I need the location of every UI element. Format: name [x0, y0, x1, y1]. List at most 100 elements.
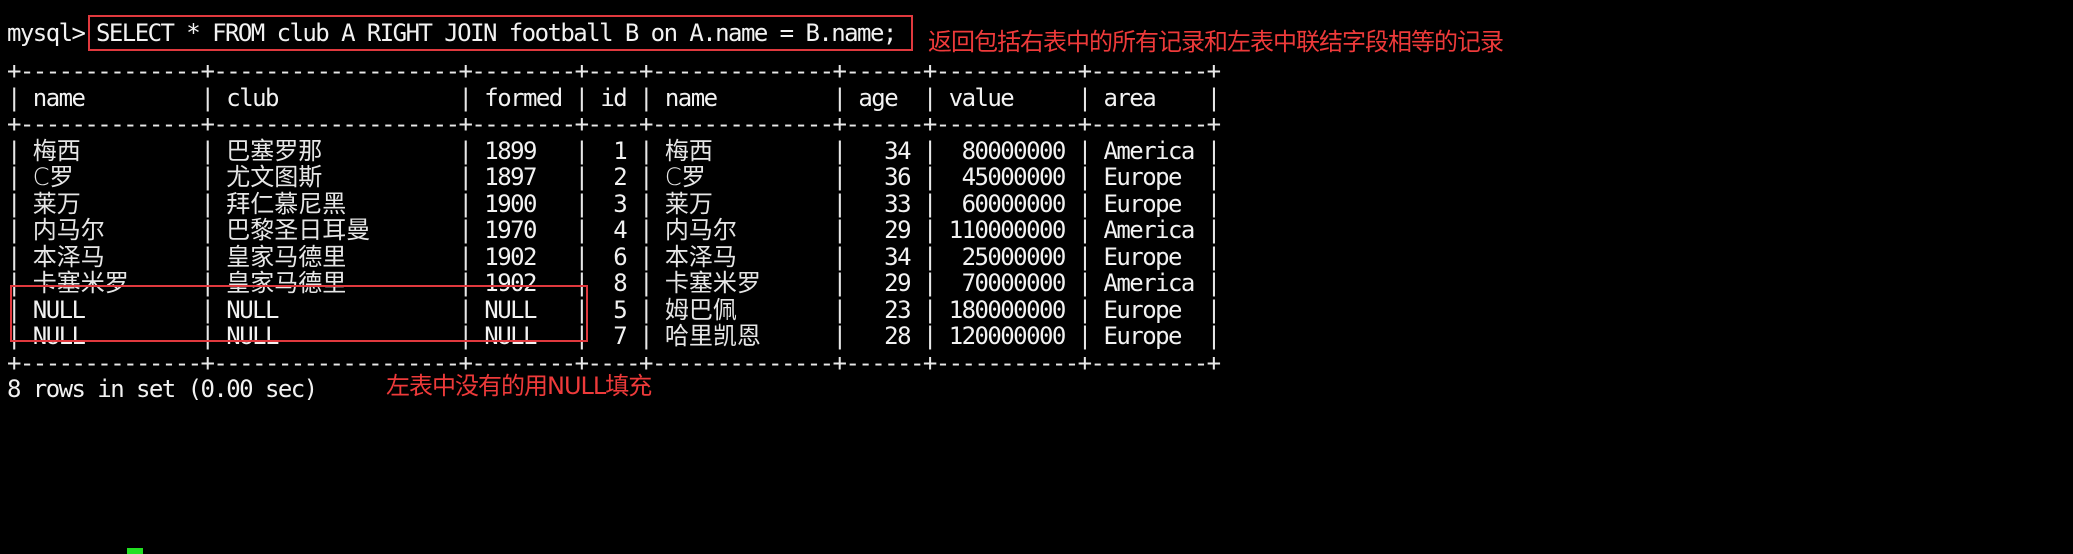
- cell-id: 4: [613, 216, 627, 244]
- column-divider: |: [832, 84, 847, 112]
- cell-age: 29: [884, 269, 911, 297]
- cell-club: 皇家马德里: [226, 243, 347, 271]
- column-divider: |: [1077, 243, 1092, 271]
- column-divider: |: [458, 243, 473, 271]
- cell-formed: 1902: [484, 243, 537, 271]
- column-divider: |: [832, 296, 847, 324]
- cell-value: 70000000: [961, 269, 1067, 297]
- cell-name: name: [32, 84, 86, 112]
- column-divider: |: [1077, 322, 1092, 350]
- cell-club: 巴塞罗那: [226, 137, 323, 165]
- prompt-line: mysql> SELECT * FROM club A RIGHT JOIN f…: [7, 20, 897, 47]
- cell-name-b: 哈里凯恩: [664, 322, 761, 350]
- cell-club: 拜仁慕尼黑: [226, 190, 347, 218]
- cell-club: club: [226, 84, 279, 112]
- column-divider: |: [200, 137, 215, 165]
- result-summary: 8 rows in set (0.00 sec): [7, 375, 318, 403]
- column-divider: |: [458, 163, 473, 191]
- column-divider: |: [1206, 190, 1221, 218]
- column-divider: |: [922, 163, 937, 191]
- cell-age: 34: [884, 137, 911, 165]
- column-divider: |: [832, 269, 847, 297]
- cell-age: 36: [884, 163, 911, 191]
- cell-name: C罗: [32, 163, 74, 191]
- column-divider: |: [922, 84, 937, 112]
- column-divider: |: [1206, 296, 1221, 324]
- cell-name-b: 内马尔: [664, 216, 737, 244]
- column-divider: |: [458, 84, 473, 112]
- column-divider: |: [200, 243, 215, 271]
- cell-name-b: 梅西: [664, 137, 713, 165]
- column-divider: |: [200, 190, 215, 218]
- null-annotation: 左表中没有的用NULL填充: [386, 372, 652, 400]
- column-divider: |: [7, 137, 21, 165]
- cell-name-b: 莱万: [664, 190, 713, 218]
- cell-id: 8: [613, 269, 627, 297]
- cell-value: 110000000: [948, 216, 1067, 244]
- column-divider: |: [574, 137, 589, 165]
- cell-area: Europe: [1103, 243, 1183, 271]
- column-divider: |: [1077, 296, 1092, 324]
- cell-id: id: [600, 84, 627, 112]
- column-divider: |: [922, 243, 937, 271]
- cell-value: 60000000: [961, 190, 1067, 218]
- cell-area: America: [1103, 137, 1196, 165]
- column-divider: |: [1077, 190, 1092, 218]
- column-divider: |: [1077, 137, 1092, 165]
- column-divider: |: [1077, 216, 1092, 244]
- cell-value: 120000000: [948, 322, 1067, 350]
- cell-age: 23: [884, 296, 911, 324]
- cell-name: 本泽马: [32, 243, 105, 271]
- column-divider: |: [1206, 84, 1221, 112]
- cell-id: 6: [613, 243, 627, 271]
- column-divider: |: [832, 216, 847, 244]
- column-divider: |: [458, 190, 473, 218]
- column-divider: |: [200, 163, 215, 191]
- column-divider: |: [1077, 84, 1092, 112]
- column-divider: |: [574, 163, 589, 191]
- table-border-top: +--------------+-------------------+----…: [7, 57, 1221, 85]
- column-divider: |: [639, 137, 653, 165]
- column-divider: |: [922, 296, 937, 324]
- column-divider: |: [639, 216, 653, 244]
- column-divider: |: [922, 269, 937, 297]
- cell-formed: 1900: [484, 190, 537, 218]
- cell-age: 29: [884, 216, 911, 244]
- column-divider: |: [1206, 216, 1221, 244]
- cell-value: value: [948, 84, 1015, 112]
- mysql-prompt: mysql>: [7, 19, 86, 47]
- column-divider: |: [574, 190, 589, 218]
- query-highlight-box: [88, 15, 913, 51]
- column-divider: |: [7, 216, 21, 244]
- column-divider: |: [458, 216, 473, 244]
- cell-area: Europe: [1103, 190, 1183, 218]
- column-divider: |: [639, 190, 653, 218]
- column-divider: |: [922, 322, 937, 350]
- cell-club: 巴黎圣日耳曼: [226, 216, 371, 244]
- cell-formed: 1899: [484, 137, 537, 165]
- column-divider: |: [7, 163, 21, 191]
- cell-value: 25000000: [961, 243, 1067, 271]
- column-divider: |: [574, 216, 589, 244]
- cell-formed: 1897: [484, 163, 537, 191]
- cell-age: 34: [884, 243, 911, 271]
- column-divider: |: [1206, 137, 1221, 165]
- null-rows-highlight-box: [10, 285, 588, 342]
- column-divider: |: [1077, 269, 1092, 297]
- column-divider: |: [832, 163, 847, 191]
- column-divider: |: [1206, 269, 1221, 297]
- column-divider: |: [922, 137, 937, 165]
- cell-id: 1: [613, 137, 627, 165]
- column-divider: |: [639, 163, 653, 191]
- column-divider: |: [200, 216, 215, 244]
- column-divider: |: [1206, 163, 1221, 191]
- query-annotation: 返回包括右表中的所有记录和左表中联结字段相等的记录: [928, 28, 1504, 56]
- cell-area: area: [1103, 84, 1157, 112]
- cell-id: 5: [613, 296, 627, 324]
- terminal-cursor: [127, 548, 143, 554]
- cell-value: 180000000: [948, 296, 1067, 324]
- column-divider: |: [639, 296, 653, 324]
- cell-area: Europe: [1103, 296, 1183, 324]
- column-divider: |: [200, 84, 215, 112]
- column-divider: |: [832, 137, 847, 165]
